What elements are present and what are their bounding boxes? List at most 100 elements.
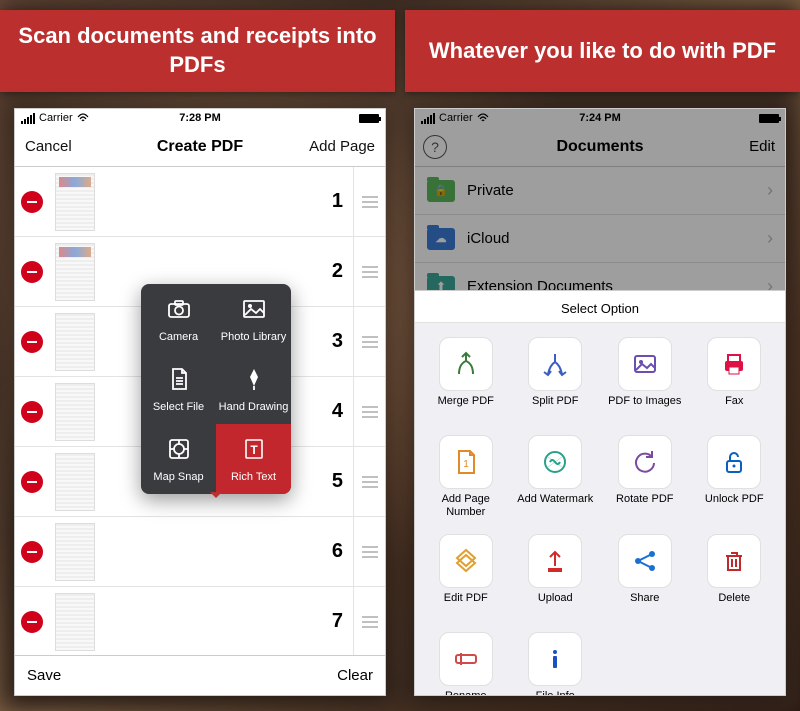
wifi-icon bbox=[77, 113, 89, 123]
rename-icon bbox=[439, 632, 493, 686]
page-thumbnail[interactable] bbox=[55, 383, 95, 441]
unlock-icon bbox=[707, 435, 761, 489]
split-icon bbox=[528, 337, 582, 391]
option-watermark[interactable]: Add Watermark bbox=[511, 429, 601, 524]
merge-icon bbox=[439, 337, 493, 391]
page-number: 3 bbox=[332, 330, 343, 353]
action-sheet: Select Option Merge PDF Split PDF PDF to I… bbox=[415, 290, 785, 695]
option-pagenum[interactable]: 1Add Page Number bbox=[421, 429, 511, 524]
signal-icon bbox=[21, 113, 35, 124]
reorder-handle-icon[interactable] bbox=[353, 237, 379, 306]
phone-left: Carrier 7:28 PM Cancel Create PDF Add Pa… bbox=[14, 108, 386, 696]
option-label: Edit PDF bbox=[444, 592, 488, 616]
delete-page-button[interactable] bbox=[21, 191, 43, 213]
phone-right: Carrier 7:24 PM ? Documents Edit 🔒Privat… bbox=[414, 108, 786, 696]
add-page-popover: Camera Photo Library Select File Hand Drawi… bbox=[141, 284, 291, 494]
page-thumbnail[interactable] bbox=[55, 453, 95, 511]
page-thumbnail[interactable] bbox=[55, 593, 95, 651]
popover-pen[interactable]: Hand Drawing bbox=[216, 354, 291, 424]
option-rotate[interactable]: Rotate PDF bbox=[600, 429, 690, 524]
option-label: Add Watermark bbox=[517, 493, 593, 517]
option-rename[interactable]: Rename bbox=[421, 626, 511, 696]
popover-camera[interactable]: Camera bbox=[141, 284, 216, 354]
option-label: Unlock PDF bbox=[705, 493, 764, 517]
reorder-handle-icon[interactable] bbox=[353, 447, 379, 516]
delete-page-button[interactable] bbox=[21, 471, 43, 493]
reorder-handle-icon[interactable] bbox=[353, 307, 379, 376]
watermark-icon bbox=[528, 435, 582, 489]
option-info[interactable]: File Info bbox=[511, 626, 601, 696]
toimage-icon bbox=[618, 337, 672, 391]
option-label: Upload bbox=[538, 592, 573, 616]
rotate-icon bbox=[618, 435, 672, 489]
popover-richtext[interactable]: T Rich Text bbox=[216, 424, 291, 494]
sheet-title: Select Option bbox=[415, 291, 785, 323]
option-label: Share bbox=[630, 592, 659, 616]
reorder-handle-icon[interactable] bbox=[353, 377, 379, 446]
option-fax[interactable]: Fax bbox=[690, 331, 780, 425]
option-label: Rename bbox=[445, 690, 487, 696]
delete-page-button[interactable] bbox=[21, 331, 43, 353]
delete-page-button[interactable] bbox=[21, 541, 43, 563]
upload-icon bbox=[528, 534, 582, 588]
cancel-button[interactable]: Cancel bbox=[25, 138, 95, 155]
fax-icon bbox=[707, 337, 761, 391]
page-number: 4 bbox=[332, 400, 343, 423]
pen-icon bbox=[241, 366, 267, 395]
popover-photo[interactable]: Photo Library bbox=[216, 284, 291, 354]
navbar: Cancel Create PDF Add Page bbox=[15, 127, 385, 167]
page-thumbnail[interactable] bbox=[55, 523, 95, 581]
popover-file[interactable]: Select File bbox=[141, 354, 216, 424]
map-icon bbox=[166, 436, 192, 465]
page-thumbnail[interactable] bbox=[55, 243, 95, 301]
option-toimage[interactable]: PDF to Images bbox=[600, 331, 690, 425]
option-merge[interactable]: Merge PDF bbox=[421, 331, 511, 425]
option-label: Split PDF bbox=[532, 395, 578, 419]
save-button[interactable]: Save bbox=[27, 667, 61, 684]
promo-banner-right: Whatever you like to do with PDF bbox=[405, 10, 800, 92]
page-thumbnail[interactable] bbox=[55, 173, 95, 231]
pagenum-icon: 1 bbox=[439, 435, 493, 489]
delete-page-button[interactable] bbox=[21, 401, 43, 423]
option-edit[interactable]: Edit PDF bbox=[421, 528, 511, 622]
richtext-icon: T bbox=[241, 436, 267, 465]
promo-banner-left: Scan documents and receipts into PDFs bbox=[0, 10, 395, 92]
option-label: Fax bbox=[725, 395, 743, 419]
reorder-handle-icon[interactable] bbox=[353, 587, 379, 656]
photo-icon bbox=[241, 296, 267, 325]
option-share[interactable]: Share bbox=[600, 528, 690, 622]
edit-icon bbox=[439, 534, 493, 588]
page-row[interactable]: 7 bbox=[15, 587, 385, 657]
clear-button[interactable]: Clear bbox=[337, 667, 373, 684]
popover-label: Select File bbox=[153, 401, 204, 413]
option-delete[interactable]: Delete bbox=[690, 528, 780, 622]
page-number: 1 bbox=[332, 190, 343, 213]
option-label: Merge PDF bbox=[438, 395, 494, 419]
bottom-toolbar: Save Clear bbox=[15, 655, 385, 695]
svg-text:1: 1 bbox=[463, 459, 469, 470]
option-label: PDF to Images bbox=[608, 395, 681, 419]
page-number: 2 bbox=[332, 260, 343, 283]
popover-label: Camera bbox=[159, 331, 198, 343]
option-label: Rotate PDF bbox=[616, 493, 673, 517]
popover-label: Rich Text bbox=[231, 471, 276, 483]
page-number: 7 bbox=[332, 610, 343, 633]
page-row[interactable]: 1 bbox=[15, 167, 385, 237]
option-label: Delete bbox=[718, 592, 750, 616]
delete-page-button[interactable] bbox=[21, 261, 43, 283]
page-thumbnail[interactable] bbox=[55, 313, 95, 371]
option-split[interactable]: Split PDF bbox=[511, 331, 601, 425]
delete-page-button[interactable] bbox=[21, 611, 43, 633]
popover-label: Map Snap bbox=[153, 471, 203, 483]
popover-map[interactable]: Map Snap bbox=[141, 424, 216, 494]
share-icon bbox=[618, 534, 672, 588]
popover-label: Photo Library bbox=[221, 331, 286, 343]
add-page-button[interactable]: Add Page bbox=[305, 138, 375, 155]
page-title: Create PDF bbox=[157, 138, 243, 156]
reorder-handle-icon[interactable] bbox=[353, 167, 379, 236]
page-row[interactable]: 6 bbox=[15, 517, 385, 587]
option-upload[interactable]: Upload bbox=[511, 528, 601, 622]
battery-icon bbox=[359, 114, 379, 123]
option-unlock[interactable]: Unlock PDF bbox=[690, 429, 780, 524]
reorder-handle-icon[interactable] bbox=[353, 517, 379, 586]
